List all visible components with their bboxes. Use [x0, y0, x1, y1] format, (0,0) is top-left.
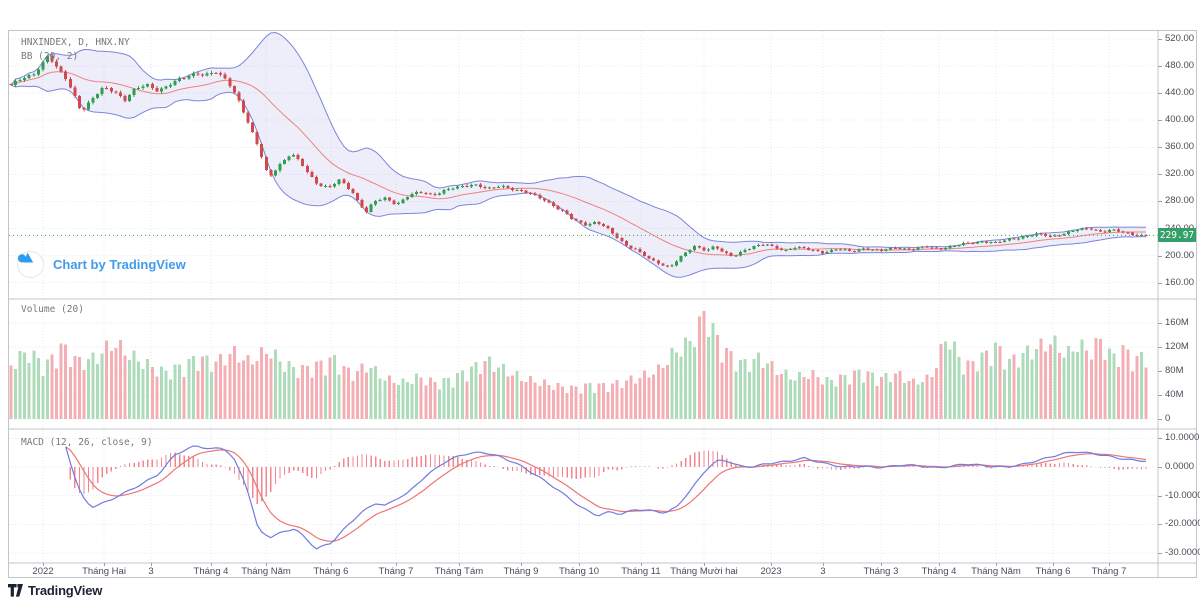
price-axis-label: 520.00 — [1165, 34, 1194, 44]
price-axis-tick — [1158, 201, 1162, 202]
time-axis-tick — [704, 563, 705, 566]
price-axis-label: 200.00 — [1165, 251, 1194, 261]
volume-axis-label: 120M — [1165, 342, 1189, 352]
time-axis-label: 2022 — [32, 567, 53, 577]
time-axis-label: 2023 — [760, 567, 781, 577]
time-axis-tick — [104, 563, 105, 566]
time-axis-label: Tháng Năm — [971, 567, 1021, 577]
price-axis-label: 320.00 — [1165, 169, 1194, 179]
price-axis-label: 480.00 — [1165, 61, 1194, 71]
time-axis-tick — [43, 563, 44, 566]
volume-axis-label: 0 — [1165, 414, 1170, 424]
footer-bar: TradingView — [0, 578, 1200, 602]
time-axis-label: Tháng 6 — [314, 567, 349, 577]
volume-axis-label: 160M — [1165, 318, 1189, 328]
tradingview-watermark[interactable]: Chart by TradingView — [17, 251, 186, 278]
price-axis-label: 160.00 — [1165, 278, 1194, 288]
time-axis-tick — [331, 563, 332, 566]
time-axis-label: 3 — [820, 567, 825, 577]
time-axis-label: Tháng Tám — [435, 567, 483, 577]
volume-axis-label: 40M — [1165, 390, 1183, 400]
time-axis-tick — [1109, 563, 1110, 566]
macd-axis-tick — [1158, 438, 1162, 439]
time-axis-label: Tháng 7 — [379, 567, 414, 577]
time-axis-tick — [579, 563, 580, 566]
bb-indicator-legend[interactable]: BB (20, 2) — [21, 51, 78, 62]
macd-axis-label: -20.0000 — [1165, 519, 1200, 529]
volume-axis-tick — [1158, 347, 1162, 348]
price-axis-label: 280.00 — [1165, 196, 1194, 206]
tradingview-cloud-icon — [17, 251, 44, 278]
time-axis-label: Tháng Hai — [82, 567, 126, 577]
time-axis-label: Tháng Mười hai — [670, 567, 738, 577]
time-axis-tick — [459, 563, 460, 566]
price-axis-label: 440.00 — [1165, 88, 1194, 98]
volume-axis-label: 80M — [1165, 366, 1183, 376]
time-axis-label: Tháng Năm — [241, 567, 291, 577]
time-axis-label: Tháng 4 — [194, 567, 229, 577]
tradingview-published-chart: Published on TradingView.com, July 13, 2… — [0, 0, 1200, 602]
watermark-label: Chart by TradingView — [53, 257, 186, 272]
time-axis-tick — [881, 563, 882, 566]
chart-canvas[interactable] — [9, 31, 1196, 577]
time-axis-label: Tháng 3 — [864, 567, 899, 577]
price-axis-tick — [1158, 283, 1162, 284]
price-axis-tick — [1158, 39, 1162, 40]
price-axis-tick — [1158, 66, 1162, 67]
price-axis-tick — [1158, 256, 1162, 257]
volume-axis-tick — [1158, 323, 1162, 324]
time-axis-label: Tháng 7 — [1092, 567, 1127, 577]
macd-axis-tick — [1158, 496, 1162, 497]
macd-axis-tick — [1158, 467, 1162, 468]
time-axis-tick — [823, 563, 824, 566]
time-axis-tick — [396, 563, 397, 566]
footer-brand: TradingView — [28, 583, 102, 598]
symbol-legend[interactable]: HNXINDEX, D, HNX.NY — [21, 37, 130, 48]
time-axis-tick — [1053, 563, 1054, 566]
macd-axis-label: 10.0000 — [1165, 433, 1199, 443]
volume-axis-tick — [1158, 395, 1162, 396]
volume-indicator-legend[interactable]: Volume (20) — [21, 304, 84, 315]
price-axis-tick — [1158, 93, 1162, 94]
tradingview-logo-icon — [8, 584, 23, 597]
time-axis-tick — [211, 563, 212, 566]
time-axis-tick — [521, 563, 522, 566]
macd-axis-label: -30.0000 — [1165, 548, 1200, 558]
macd-axis-tick — [1158, 553, 1162, 554]
time-axis-tick — [771, 563, 772, 566]
chart-frame[interactable]: HNXINDEX, D, HNX.NY BB (20, 2) Volume (2… — [8, 30, 1197, 578]
time-axis-tick — [266, 563, 267, 566]
time-axis-tick — [996, 563, 997, 566]
time-axis-tick — [641, 563, 642, 566]
time-axis-label: 3 — [148, 567, 153, 577]
time-axis-label: Tháng 4 — [922, 567, 957, 577]
price-axis-tick — [1158, 147, 1162, 148]
time-axis-label: Tháng 9 — [504, 567, 539, 577]
last-price-label: 229.97 — [1158, 228, 1196, 242]
macd-axis-label: 0.0000 — [1165, 462, 1194, 472]
price-axis-tick — [1158, 174, 1162, 175]
time-axis-label: Tháng 11 — [621, 567, 660, 577]
time-axis-label: Tháng 10 — [559, 567, 599, 577]
price-axis-label: 360.00 — [1165, 142, 1194, 152]
time-axis-tick — [151, 563, 152, 566]
macd-indicator-legend[interactable]: MACD (12, 26, close, 9) — [21, 437, 153, 448]
time-axis-label: Tháng 6 — [1036, 567, 1071, 577]
volume-axis-tick — [1158, 419, 1162, 420]
time-axis-tick — [939, 563, 940, 566]
macd-axis-label: -10.0000 — [1165, 491, 1200, 501]
macd-axis-tick — [1158, 524, 1162, 525]
volume-axis-tick — [1158, 371, 1162, 372]
price-axis-tick — [1158, 120, 1162, 121]
price-axis-label: 400.00 — [1165, 115, 1194, 125]
